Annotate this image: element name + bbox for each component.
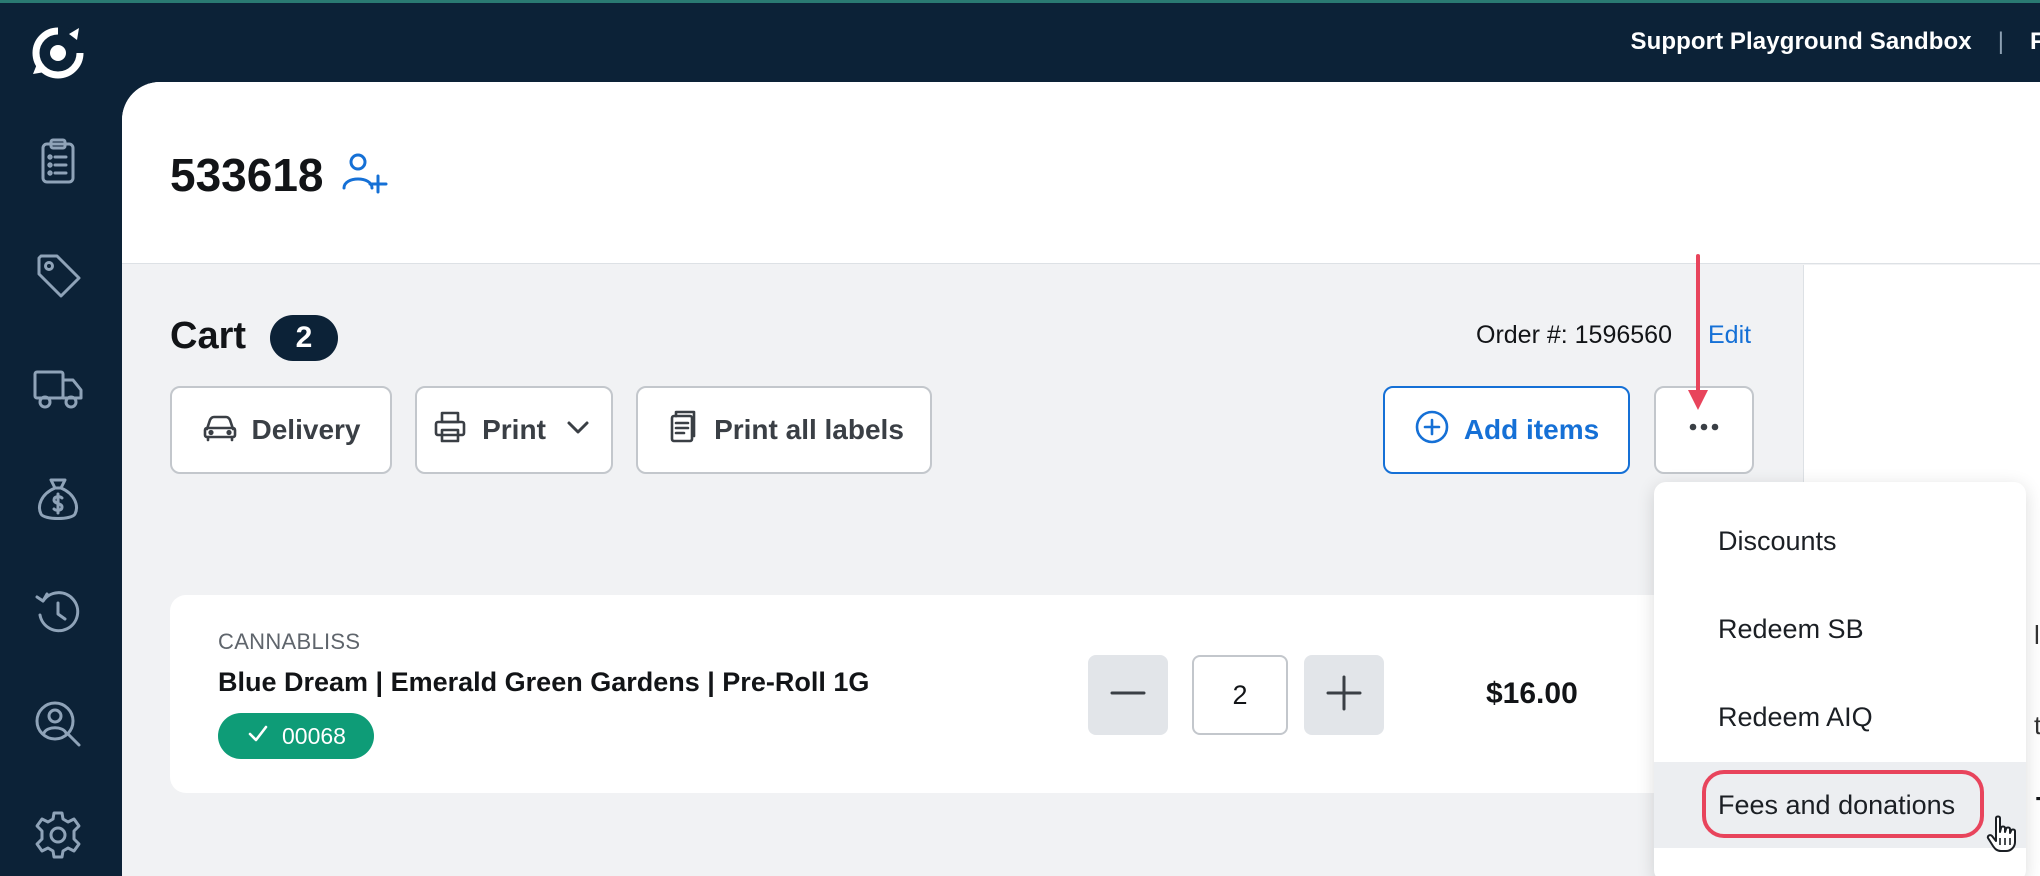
delivery-label: Delivery	[251, 414, 361, 445]
store-name[interactable]: Support Playground Sandbox	[1630, 28, 1971, 56]
item-brand: CANNABLISS	[218, 629, 361, 654]
decrease-quantity-button[interactable]	[1088, 655, 1168, 735]
menu-item-redeem-sb[interactable]: Redeem SB	[1654, 586, 2026, 672]
menu-item-redeem-aiq[interactable]: Redeem AIQ	[1654, 674, 2026, 760]
customer-id: 533618	[170, 149, 324, 201]
cart-item: CANNABLISS Blue Dream | Emerald Green Ga…	[170, 595, 1850, 793]
printer-icon	[432, 409, 468, 452]
menu-item-fees-and-donations[interactable]: Fees and donations	[1654, 762, 2026, 848]
batch-badge[interactable]: 00068	[218, 713, 374, 759]
money-bag-icon[interactable]	[31, 472, 85, 526]
add-items-button[interactable]: Add items	[1383, 386, 1630, 474]
quantity-input[interactable]: 2	[1192, 655, 1288, 735]
order-number: Order #: 1596560	[1476, 321, 1672, 349]
cart-count-badge: 2	[270, 315, 338, 361]
summary-text-truncated-2: ti	[2034, 710, 2040, 740]
batch-number: 00068	[282, 722, 346, 749]
minus-icon	[1108, 673, 1148, 718]
more-options-button[interactable]	[1654, 386, 1754, 474]
car-icon	[202, 409, 238, 452]
edit-order-link[interactable]: Edit	[1708, 321, 1751, 350]
plus-icon	[1324, 673, 1364, 718]
topbar: Support Playground Sandbox | F	[1630, 0, 2040, 84]
labels-icon	[664, 409, 700, 452]
add-customer-icon[interactable]	[340, 148, 390, 198]
gear-icon[interactable]	[31, 808, 85, 862]
history-icon[interactable]	[31, 585, 85, 639]
print-dropdown-button[interactable]: Print	[415, 386, 613, 474]
order-header: 533618	[122, 82, 2040, 264]
hand-pointer-icon	[1986, 815, 2016, 852]
clipboard-icon[interactable]	[31, 135, 85, 189]
chevron-down-icon	[560, 409, 596, 452]
topbar-separator: |	[1997, 28, 2004, 55]
topbar-user-truncated[interactable]: F	[2030, 28, 2040, 56]
cart-section: Cart 2 Order #: 1596560 Edit Delivery Pr…	[122, 265, 1850, 876]
plus-circle-icon	[1414, 409, 1450, 452]
check-icon	[246, 721, 270, 751]
summary-text-truncated-1: lo	[2034, 620, 2040, 650]
customer-search-icon[interactable]	[31, 697, 85, 751]
item-name[interactable]: Blue Dream | Emerald Green Gardens | Pre…	[218, 667, 869, 698]
truck-icon[interactable]	[31, 360, 85, 414]
print-all-labels-label: Print all labels	[714, 414, 904, 445]
sidebar	[0, 0, 122, 876]
increase-quantity-button[interactable]	[1304, 655, 1384, 735]
add-items-label: Add items	[1463, 414, 1600, 445]
app-logo-icon[interactable]	[29, 24, 87, 82]
delivery-button[interactable]: Delivery	[170, 386, 392, 474]
print-all-labels-button[interactable]: Print all labels	[636, 386, 932, 474]
summary-total-truncated: T	[2036, 791, 2040, 823]
cart-title: Cart	[170, 315, 247, 357]
more-options-menu: Discounts Redeem SB Redeem AIQ Fees and …	[1654, 482, 2026, 876]
print-label: Print	[482, 414, 546, 445]
menu-item-discounts[interactable]: Discounts	[1654, 498, 2026, 584]
ellipsis-icon	[1686, 409, 1722, 452]
item-price: $16.00	[1486, 677, 1578, 710]
tag-icon[interactable]	[31, 248, 85, 302]
